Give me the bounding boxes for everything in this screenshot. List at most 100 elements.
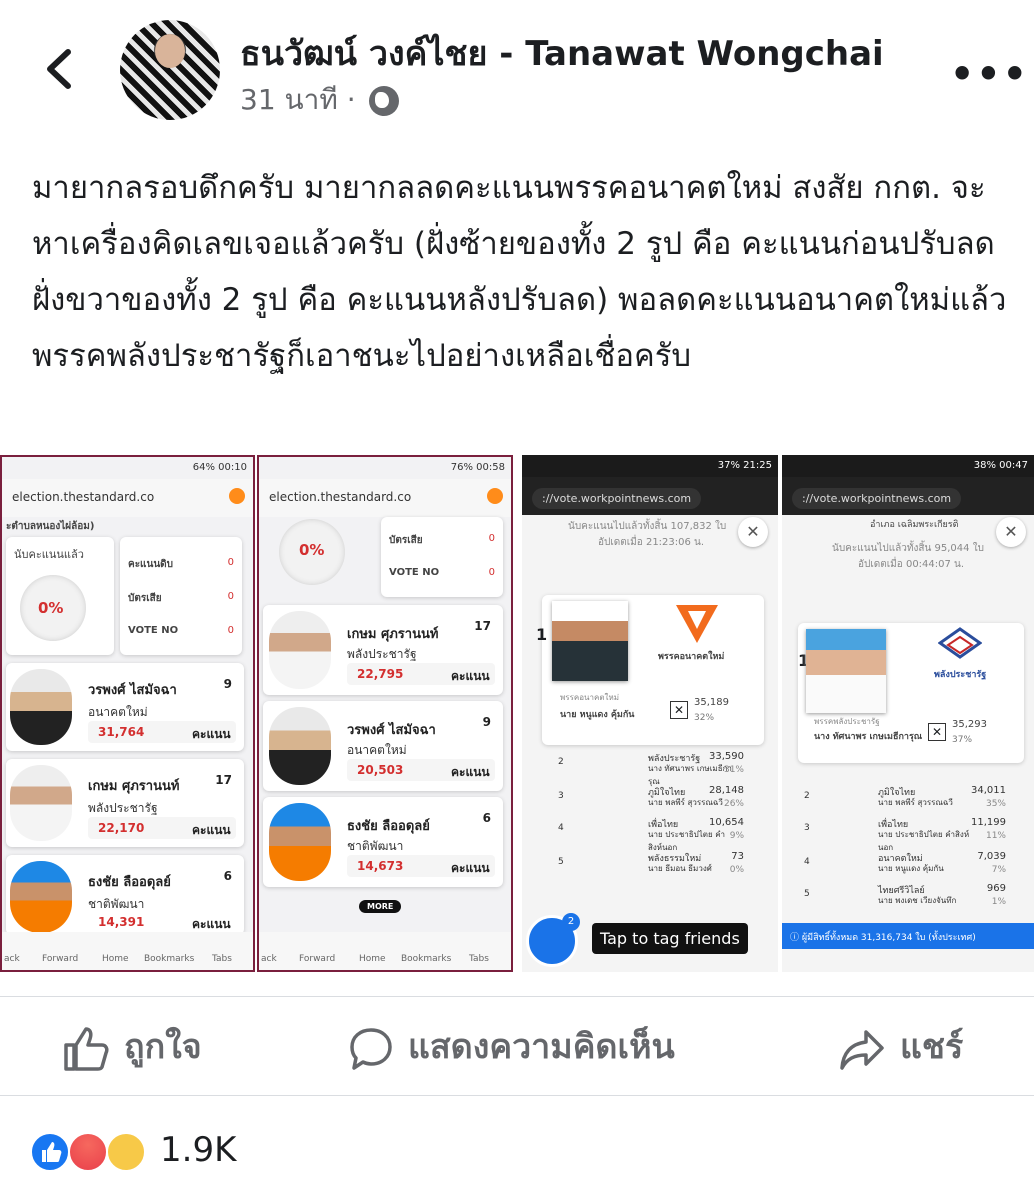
candidate-card: วรพงศ์ ไสมัจฉา 9 อนาคตใหม่ 20,503 คะแนน [263,701,503,791]
url-text: election.thestandard.co [269,490,412,504]
footer-text: ผู้มีสิทธิ์ทั้งหมด 31,316,734 ใบ (ทั้งปร… [801,933,976,943]
winner-party: พรรคอนาคตใหม่ [560,693,619,702]
post-meta: 31 นาที · [240,78,399,122]
votes-unit: คะแนน [451,861,490,875]
notification-icon [229,488,245,504]
candidate-votes: 20,503 [357,763,404,777]
stat-invalid: บัตรเสีย [128,593,162,604]
globe-icon [368,86,399,116]
screenshot-workpoint-before: 37% 21:25 ://vote.workpointnews.com นับค… [522,455,778,972]
angry-reaction-icon [68,1132,108,1172]
avatar[interactable] [120,20,220,120]
candidate-party: พลังประชารัฐ [347,647,417,661]
row-pct: 9% [729,831,744,841]
candidate-party: ชาติพัฒนา [88,897,145,911]
tag-count: 2 [562,913,580,931]
row-votes: 7,039 [977,851,1006,862]
status-text: 76% 00:58 [450,462,505,473]
like-button[interactable]: ถูกใจ [62,1019,202,1073]
row-pct: 11% [985,831,1006,841]
candidate-votes: 22,795 [357,667,404,681]
candidate-party: อนาคตใหม่ [347,743,407,757]
update-text: อัปเดตเมื่อ 00:44:07 น. [858,559,965,570]
candidate-photo [269,707,331,785]
stat-invalid-value: 0 [488,533,495,544]
candidate-votes: 14,391 [98,915,145,929]
candidate-votes: 14,673 [357,859,404,873]
post-image[interactable]: 64% 00:10 election.thestandard.co ะตำบลห… [0,455,1034,972]
screenshot-thestandard-before: 64% 00:10 election.thestandard.co ะตำบลห… [0,455,255,972]
reaction-count[interactable]: 1.9K [160,1130,236,1170]
candidate-card: เกษม ศุภรานนท์ 17 พลังประชารัฐ 22,170 คะ… [6,759,244,847]
row-name: นาย พลพีร์ สุวรรณฉวี [648,798,723,807]
share-button[interactable]: แชร์ [838,1019,963,1073]
row-name: นาย หนูแดง คุ้มกัน [878,864,944,873]
row-rank: 2 [804,791,810,801]
winner-photo [806,629,886,713]
candidate-votes: 22,170 [98,821,145,835]
candidate-party: พลังประชารัฐ [88,801,158,815]
post-text: มายากลรอบดึกครับ มายากลลดคะแนนพรรคอนาคตใ… [32,170,1007,374]
row-rank: 5 [804,889,810,899]
row-pct: 26% [723,799,744,809]
like-label: ถูกใจ [124,1027,202,1067]
row-name: นาย พลพีร์ สุวรรณฉวี [878,798,953,807]
back-button[interactable] [40,44,80,94]
winner-pct: 32% [694,713,715,723]
status-bar: 64% 00:10 [2,457,253,479]
row-pct: 35% [985,799,1006,809]
comment-button[interactable]: แสดงความคิดเห็น [348,1019,675,1073]
result-row: 2 ภูมิใจไทย นาย พลพีร์ สุวรรณฉวี 34,011 … [798,785,1014,815]
stat-voteno-value: 0 [227,625,234,636]
update-text: อัปเดตเมื่อ 21:23:06 น. [598,537,705,548]
url-text: ://vote.workpointnews.com [792,488,962,509]
winner-name: นาย หนูแดง คุ้มกัน [560,710,635,720]
status-bar: 37% 21:25 [522,455,778,477]
candidate-name: เกษม ศุภรานนท์ [347,627,439,642]
stat-voteno: VOTE NO [128,625,179,636]
notification-icon [487,488,503,504]
result-row: 3 ภูมิใจไทย นาย พลพีร์ สุวรรณฉวี 28,148 … [552,785,758,815]
party-logo-icon [676,605,718,643]
action-bar: ถูกใจ แสดงความคิดเห็น แชร์ [0,996,1034,1096]
candidate-number: 17 [215,773,232,787]
candidate-card: ธงชัย ลืออดุลย์ 6 ชาติพัฒนา 14,391 คะแนน [6,855,244,935]
row-votes: 73 [731,851,744,862]
count-text: นับคะแนนไปแล้วทั้งสิ้น 107,832 ใบ [568,521,727,532]
nav-forward: Forward [42,954,79,964]
winner-card: 1 พรรคอนาคตใหม่ พรรคอนาคตใหม่ นาย หนูแดง… [536,595,764,745]
url-bar: ://vote.workpointnews.com [522,477,778,515]
footer-banner: ⓘ ผู้มีสิทธิ์ทั้งหมด 31,316,734 ใบ (ทั้ง… [782,923,1034,949]
result-row: 3 เพื่อไทย นาย ประชาธิปไตย คำสิงห์นอก 11… [798,817,1014,852]
post-time[interactable]: 31 นาที [240,83,338,116]
candidate-photo [10,669,72,745]
result-row: 4 เพื่อไทย นาย ประชาธิปไตย คำสิงห์นอก 10… [552,817,758,852]
nav-tabs: Tabs [469,954,489,964]
candidate-votes: 31,764 [98,725,145,739]
row-rank: 4 [804,857,810,867]
row-pct: 1% [991,897,1006,907]
row-pct: 31% [723,765,744,775]
candidate-photo [269,611,331,689]
browser-nav: ack Forward Home Bookmarks Tabs [2,932,253,970]
url-text: ://vote.workpointnews.com [532,488,702,509]
comment-icon [350,1027,392,1070]
stat-invalid-value: 0 [227,591,234,602]
chevron-left-icon [47,49,71,89]
winner-card: 1 พลังประชารัฐ พรรคพลังประชารัฐ นาง ทัศน… [798,623,1024,763]
share-arrow-icon [840,1029,884,1070]
candidate-name: เกษม ศุภรานนท์ [88,779,180,794]
candidate-name: วรพงศ์ ไสมัจฉา [88,683,177,698]
vote-mark-icon: ✕ [928,723,946,741]
winner-pct: 37% [952,735,973,745]
url-bar: election.thestandard.co [2,479,253,517]
vote-mark-icon: ✕ [670,701,688,719]
sad-reaction-icon [106,1132,146,1172]
party-logo-text: พลังประชารัฐ [934,670,987,680]
result-row: 5 พลังธรรมใหม่ นาย ธีมอน ธีมวงศ์ 73 0% [552,851,758,881]
thumbs-up-icon [64,1026,109,1071]
result-row: 2 พลังประชารัฐ นาง ทัศนาพร เกษเมธีการุณ … [552,751,758,786]
author-name[interactable]: ธนวัฒน์ วงค์ไชย - Tanawat Wongchai [240,26,884,80]
candidate-number: 6 [482,811,491,825]
more-options-button[interactable]: ••• [950,52,1029,96]
